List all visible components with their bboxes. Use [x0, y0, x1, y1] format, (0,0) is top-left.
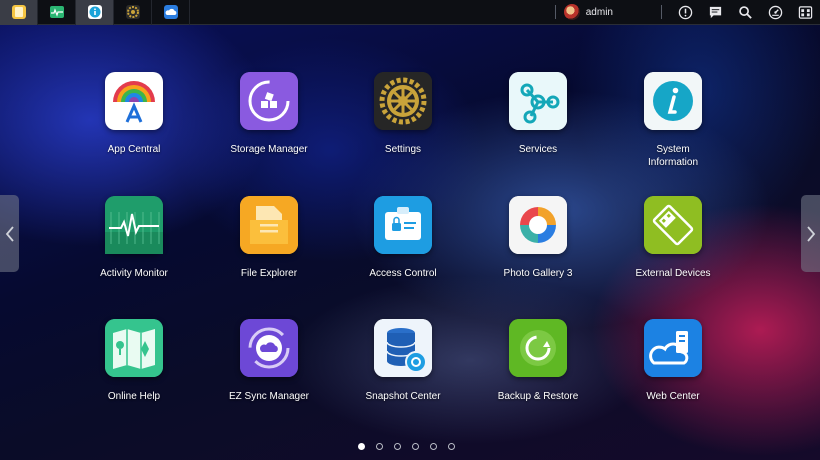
info-icon	[87, 5, 102, 19]
app-external-devices[interactable]: External Devices	[613, 196, 733, 280]
app-label: Storage Manager	[230, 144, 308, 155]
app-photo-gallery[interactable]: Photo Gallery 3	[478, 196, 598, 280]
external-devices-icon	[644, 196, 702, 254]
app-storage-manager[interactable]: Storage Manager	[209, 72, 329, 156]
app-label: External Devices	[635, 268, 711, 279]
app-file-explorer[interactable]: File Explorer	[209, 196, 329, 280]
page-dot[interactable]	[376, 443, 383, 450]
app-app-central[interactable]: App Central	[74, 72, 194, 156]
app-snapshot-center[interactable]: Snapshot Center	[343, 319, 463, 403]
taskbar-app-settings[interactable]	[114, 0, 152, 25]
alert-button[interactable]	[670, 0, 700, 25]
app-label: Snapshot Center	[365, 391, 441, 402]
settings-icon	[374, 72, 432, 130]
app-label: Online Help	[107, 391, 161, 402]
app-label: Settings	[384, 144, 422, 155]
app-activity-monitor[interactable]: Activity Monitor	[74, 196, 194, 280]
message-button[interactable]	[700, 0, 730, 25]
dashboard-button[interactable]	[760, 0, 790, 25]
app-web-center[interactable]: Web Center	[613, 319, 733, 403]
activity-monitor-icon	[105, 196, 163, 254]
alert-icon	[678, 5, 692, 19]
notes-icon	[11, 5, 26, 19]
services-icon	[509, 72, 567, 130]
cloud-icon	[163, 5, 178, 19]
dashboard-icon	[768, 5, 782, 19]
taskbar-app-activity[interactable]	[38, 0, 76, 25]
app-label: System Information	[647, 144, 699, 168]
page-indicator	[358, 443, 455, 450]
taskbar-app-info[interactable]	[76, 0, 114, 25]
app-backup-restore[interactable]: Backup & Restore	[478, 319, 598, 403]
file-explorer-icon	[240, 196, 298, 254]
search-button[interactable]	[730, 0, 760, 25]
taskbar-app-notes[interactable]	[0, 0, 38, 25]
app-services[interactable]: Services	[478, 72, 598, 156]
web-center-icon	[644, 319, 702, 377]
next-page-button[interactable]	[801, 195, 820, 272]
chevron-right-icon	[806, 225, 815, 242]
username-label: admin	[585, 6, 613, 18]
app-access-control[interactable]: Access Control	[343, 196, 463, 280]
app-central-icon	[105, 72, 163, 130]
app-label: Photo Gallery 3	[503, 268, 573, 279]
app-label: Services	[518, 144, 558, 155]
search-icon	[738, 5, 752, 19]
system-information-icon	[644, 72, 702, 130]
storage-manager-icon	[240, 72, 298, 130]
user-menu[interactable]: admin	[563, 4, 653, 20]
ez-sync-icon	[240, 319, 298, 377]
chevron-left-icon	[5, 225, 14, 242]
app-label: Access Control	[369, 268, 437, 279]
settings-gear-icon	[125, 5, 140, 19]
previous-page-button[interactable]	[0, 195, 19, 272]
taskbar: admin	[0, 0, 820, 25]
snapshot-center-icon	[374, 319, 432, 377]
app-ez-sync-manager[interactable]: EZ Sync Manager	[209, 319, 329, 403]
app-system-information[interactable]: System Information	[613, 72, 733, 169]
page-dot[interactable]	[394, 443, 401, 450]
page-dot[interactable]	[412, 443, 419, 450]
app-online-help[interactable]: Online Help	[74, 319, 194, 403]
app-label: Web Center	[646, 391, 700, 402]
online-help-icon	[105, 319, 163, 377]
taskbar-divider	[554, 5, 556, 19]
message-icon	[709, 6, 721, 18]
app-label: Activity Monitor	[100, 268, 168, 279]
photo-gallery-icon	[509, 196, 567, 254]
access-control-icon	[374, 196, 432, 254]
app-settings[interactable]: Settings	[343, 72, 463, 156]
app-label: Backup & Restore	[497, 391, 579, 402]
page-dot[interactable]	[448, 443, 455, 450]
more-apps-icon	[798, 5, 812, 19]
taskbar-divider	[661, 5, 662, 19]
app-label: App Central	[107, 144, 161, 155]
page-dot[interactable]	[358, 443, 365, 450]
app-label: File Explorer	[240, 268, 298, 279]
activity-icon	[49, 6, 64, 18]
taskbar-app-cloud[interactable]	[152, 0, 190, 25]
avatar	[563, 4, 580, 20]
backup-restore-icon	[509, 319, 567, 377]
more-apps-button[interactable]	[790, 0, 820, 25]
page-dot[interactable]	[430, 443, 437, 450]
app-label: EZ Sync Manager	[228, 391, 310, 402]
